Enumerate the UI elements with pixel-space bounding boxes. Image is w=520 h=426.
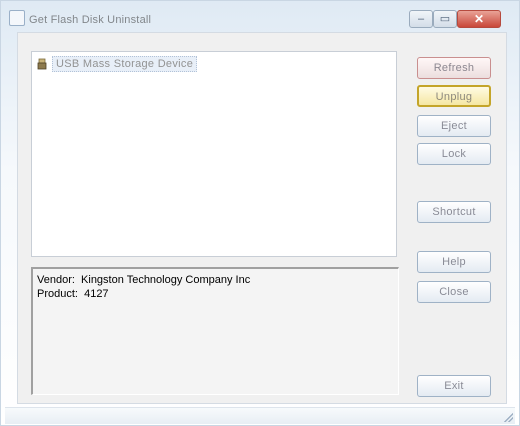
- device-list-item[interactable]: USB Mass Storage Device: [36, 56, 198, 72]
- shortcut-label: Shortcut: [432, 206, 476, 218]
- refresh-button[interactable]: Refresh: [417, 57, 491, 79]
- exit-label: Exit: [444, 380, 464, 392]
- unplug-button[interactable]: Unplug: [417, 85, 491, 107]
- usb-drive-icon: [36, 58, 48, 70]
- window-title: Get Flash Disk Uninstall: [29, 14, 152, 26]
- title-bar[interactable]: Get Flash Disk Uninstall – ▭ ✕: [1, 1, 519, 31]
- lock-button[interactable]: Lock: [417, 143, 491, 165]
- device-details: Vendor: Kingston Technology Company Inc …: [31, 267, 399, 395]
- product-text: Product: 4127: [37, 288, 109, 300]
- window-close-button[interactable]: ✕: [457, 10, 501, 28]
- device-label: USB Mass Storage Device: [52, 56, 198, 72]
- status-bar: [5, 407, 515, 424]
- shortcut-button[interactable]: Shortcut: [417, 201, 491, 223]
- app-icon: [9, 10, 25, 26]
- device-list[interactable]: USB Mass Storage Device: [31, 51, 397, 257]
- maximize-button[interactable]: ▭: [433, 10, 457, 28]
- close-label: Close: [439, 286, 469, 298]
- help-button[interactable]: Help: [417, 251, 491, 273]
- close-icon: ✕: [473, 12, 485, 26]
- vendor-text: Vendor: Kingston Technology Company Inc: [37, 274, 251, 286]
- lock-label: Lock: [441, 148, 467, 160]
- help-label: Help: [442, 256, 466, 268]
- minimize-icon: –: [417, 12, 425, 25]
- eject-label: Eject: [441, 120, 467, 132]
- close-button[interactable]: Close: [417, 281, 491, 303]
- minimize-button[interactable]: –: [409, 10, 433, 28]
- exit-button[interactable]: Exit: [417, 375, 491, 397]
- refresh-label: Refresh: [433, 62, 475, 74]
- unplug-label: Unplug: [435, 91, 473, 103]
- resize-grip-icon[interactable]: [503, 412, 513, 422]
- app-window: Get Flash Disk Uninstall – ▭ ✕ USB Mass …: [0, 0, 520, 426]
- eject-button[interactable]: Eject: [417, 115, 491, 137]
- maximize-icon: ▭: [439, 12, 451, 25]
